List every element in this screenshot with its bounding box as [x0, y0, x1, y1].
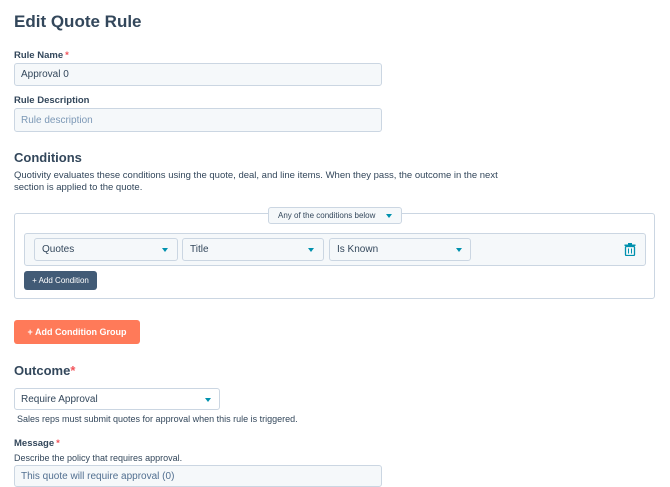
rule-name-input[interactable]: Approval 0 — [14, 63, 382, 86]
chevron-down-icon — [308, 248, 314, 252]
message-label: Message * — [14, 438, 60, 449]
rule-description-label: Rule Description — [14, 95, 90, 106]
condition-operator-select[interactable]: Is Known — [329, 238, 471, 261]
conditions-description-line: Quotivity evaluates these conditions usi… — [14, 170, 498, 181]
required-mark: * — [56, 438, 60, 449]
message-input[interactable]: This quote will require approval (0) — [14, 465, 382, 487]
rule-description-input[interactable]: Rule description — [14, 108, 382, 132]
chevron-down-icon — [205, 398, 211, 402]
group-match-dropdown[interactable]: Any of the conditions below — [268, 207, 402, 224]
condition-object-value: Quotes — [42, 244, 75, 255]
message-help: Describe the policy that requires approv… — [14, 453, 183, 463]
outcome-value: Require Approval — [21, 393, 98, 405]
add-condition-group-button[interactable]: + Add Condition Group — [14, 320, 140, 344]
outcome-help: Sales reps must submit quotes for approv… — [17, 414, 298, 424]
condition-property-value: Title — [190, 244, 209, 255]
conditions-heading: Conditions — [14, 150, 82, 165]
group-match-value: Any of the conditions below — [278, 211, 376, 220]
outcome-heading: Outcome* — [14, 363, 75, 378]
condition-operator-value: Is Known — [337, 244, 379, 255]
rule-name-label: Rule Name * — [14, 50, 69, 61]
page-title: Edit Quote Rule — [14, 12, 142, 31]
chevron-down-icon — [386, 214, 392, 218]
add-condition-button[interactable]: + Add Condition — [24, 271, 97, 290]
outcome-select[interactable]: Require Approval — [14, 388, 220, 410]
chevron-down-icon — [456, 248, 462, 252]
required-mark: * — [65, 50, 69, 61]
rule-name-label-text: Rule Name — [14, 50, 64, 61]
conditions-description-line: section is applied to the quote. — [14, 182, 143, 193]
outcome-heading-text: Outcome — [14, 363, 71, 378]
condition-object-select[interactable]: Quotes — [34, 238, 178, 261]
conditions-description: Quotivity evaluates these conditions usi… — [14, 170, 574, 194]
required-mark: * — [70, 363, 76, 378]
message-label-text: Message — [14, 438, 55, 449]
chevron-down-icon — [162, 248, 168, 252]
trash-icon[interactable] — [624, 243, 636, 256]
condition-property-select[interactable]: Title — [182, 238, 324, 261]
